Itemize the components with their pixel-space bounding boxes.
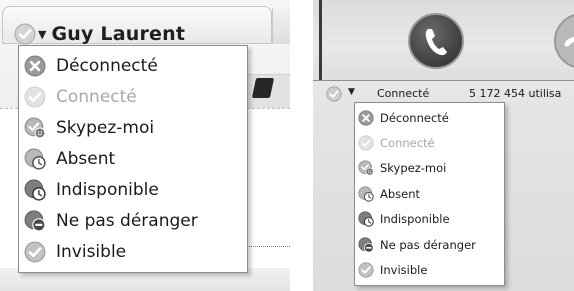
- status-do-not-disturb-icon: [358, 237, 374, 253]
- right-screenshot-panel: ▼ Connecté 5 172 454 utilisa Déconnecté …: [313, 0, 574, 291]
- menu-item-label: Absent: [56, 148, 116, 169]
- window-frame-edge: [319, 0, 322, 80]
- status-not-available-icon: [24, 179, 46, 201]
- menu-item-online: Connecté: [355, 130, 504, 155]
- header-side-tab: [272, 8, 290, 44]
- menu-item-label: Déconnecté: [56, 55, 158, 76]
- online-users-count: 5 172 454 utilisa: [469, 87, 562, 100]
- menu-item-skype-me[interactable]: Skypez-moi: [355, 156, 504, 181]
- status-do-not-disturb-icon: [24, 210, 46, 232]
- status-online-icon: [358, 135, 374, 151]
- menu-item-do-not-disturb[interactable]: Ne pas déranger: [19, 205, 247, 236]
- menu-item-label: Déconnecté: [380, 110, 449, 125]
- status-online-icon: [24, 86, 46, 108]
- menu-item-invisible[interactable]: Invisible: [19, 236, 247, 267]
- hang-up-icon: [554, 14, 574, 68]
- menu-item-label: Invisible: [380, 263, 428, 278]
- menu-item-label: Indisponible: [380, 212, 450, 227]
- status-invisible-icon: [358, 262, 374, 278]
- status-invisible-icon: [24, 241, 46, 263]
- menu-item-offline[interactable]: Déconnecté: [19, 50, 247, 81]
- menu-item-not-available[interactable]: Indisponible: [355, 207, 504, 232]
- menu-item-invisible[interactable]: Invisible: [355, 257, 504, 282]
- menu-item-label: Ne pas déranger: [380, 237, 476, 252]
- chevron-down-icon[interactable]: ▼: [348, 87, 355, 97]
- phone-handset-icon: [408, 13, 464, 69]
- status-offline-icon: [358, 110, 374, 126]
- menu-item-label: Ne pas déranger: [56, 210, 198, 231]
- menu-item-online: Connecté: [19, 81, 247, 112]
- user-status-button[interactable]: ▼ Guy Laurent: [14, 22, 185, 46]
- user-name: Guy Laurent: [51, 23, 186, 45]
- end-call-button[interactable]: [553, 12, 574, 70]
- menu-item-away[interactable]: Absent: [355, 181, 504, 206]
- status-dropdown-menu: Déconnecté Connecté Skypez-moi Absent In…: [354, 102, 505, 286]
- status-skype-me-icon: [24, 117, 46, 139]
- menu-item-label: Skypez-moi: [56, 117, 155, 138]
- menu-item-label: Connecté: [380, 136, 435, 151]
- current-status-label: Connecté: [377, 87, 430, 100]
- menu-item-away[interactable]: Absent: [19, 143, 247, 174]
- menu-item-label: Indisponible: [56, 179, 159, 200]
- status-bar: ▼ Connecté 5 172 454 utilisa: [313, 84, 574, 104]
- menu-item-offline[interactable]: Déconnecté: [355, 105, 504, 130]
- status-away-icon: [358, 186, 374, 202]
- menu-item-skype-me[interactable]: Skypez-moi: [19, 112, 247, 143]
- menu-item-label: Connecté: [56, 86, 137, 107]
- menu-item-label: Absent: [380, 186, 421, 201]
- left-screenshot-panel: ▼ Guy Laurent Déconnecté Connecté Skypez…: [0, 0, 290, 291]
- status-skype-me-icon: [358, 160, 374, 176]
- status-dropdown-menu: Déconnecté Connecté Skypez-moi Absent In…: [18, 45, 248, 273]
- status-connected-icon[interactable]: [326, 86, 342, 102]
- menu-item-do-not-disturb[interactable]: Ne pas déranger: [355, 232, 504, 257]
- menu-item-not-available[interactable]: Indisponible: [19, 174, 247, 205]
- menu-item-label: Skypez-moi: [380, 161, 447, 176]
- status-not-available-icon: [358, 211, 374, 228]
- call-button[interactable]: [407, 12, 465, 70]
- status-away-icon: [24, 148, 46, 170]
- status-connected-icon: [14, 23, 36, 45]
- chevron-down-icon: ▼: [38, 27, 47, 41]
- status-offline-icon: [24, 55, 46, 77]
- menu-item-label: Invisible: [56, 241, 127, 262]
